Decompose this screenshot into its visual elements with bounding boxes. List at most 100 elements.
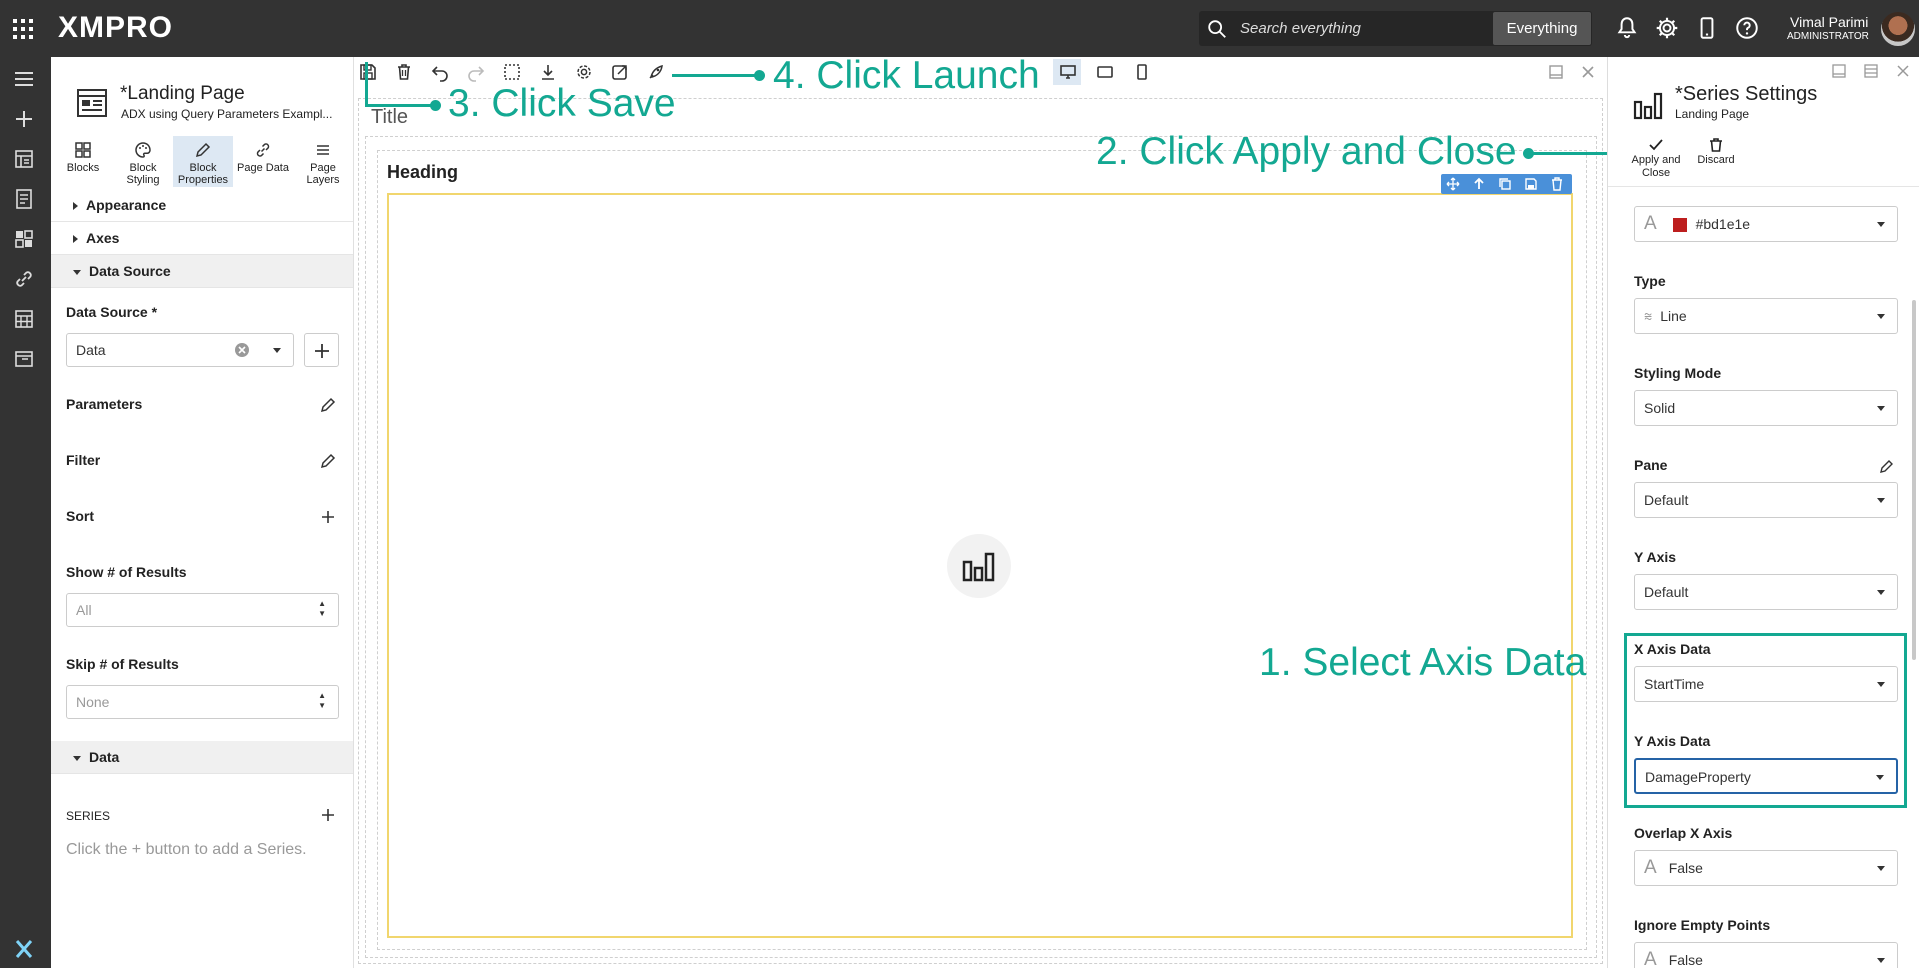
annotation-dot	[430, 100, 441, 111]
type-label: Type	[1634, 273, 1666, 289]
apply-and-close-button[interactable]: Apply and Close	[1626, 137, 1686, 180]
xmpro-x-icon[interactable]	[12, 937, 36, 961]
save-block-icon[interactable]	[1524, 177, 1538, 191]
avatar[interactable]	[1881, 12, 1915, 46]
arrow-up-icon[interactable]	[1472, 177, 1486, 191]
tab-page-data[interactable]: Page Data	[233, 136, 293, 187]
bell-icon[interactable]	[1614, 15, 1640, 41]
series-color-picker[interactable]: A #bd1e1e	[1634, 206, 1898, 242]
spinner-icon[interactable]: ▲ ▼	[318, 599, 326, 619]
download-icon[interactable]	[538, 62, 558, 82]
tab-blocks[interactable]: Blocks	[53, 136, 113, 187]
mobile-icon[interactable]	[1694, 15, 1720, 41]
dashboard-icon[interactable]	[12, 147, 36, 171]
ignore-empty-points-select[interactable]: A False	[1634, 942, 1898, 968]
search-input[interactable]: Search everything	[1240, 20, 1361, 37]
edit-pane-icon[interactable]	[1879, 458, 1895, 474]
table-icon[interactable]	[12, 347, 36, 371]
skip-results-value: None	[76, 694, 110, 710]
tab-page-layers[interactable]: Page Layers	[293, 136, 353, 187]
brand-logo[interactable]: XMPRO	[58, 11, 173, 45]
delete-block-icon[interactable]	[1550, 177, 1564, 191]
apps-icon[interactable]	[12, 227, 36, 251]
annotation-dot	[754, 70, 765, 81]
preview-icon[interactable]	[610, 62, 630, 82]
annotation-step-4: 4. Click Launch	[773, 54, 1040, 97]
launch-rocket-icon[interactable]	[646, 62, 666, 82]
data-source-select[interactable]: Data	[66, 333, 294, 367]
text-type-icon: A	[1644, 857, 1657, 878]
user-name[interactable]: Vimal Parimi	[1790, 14, 1868, 30]
section-axes[interactable]: Axes	[51, 222, 353, 255]
add-series-icon[interactable]	[319, 806, 337, 824]
show-results-label: Show # of Results	[66, 564, 187, 580]
styling-mode-select[interactable]: Solid	[1634, 390, 1898, 426]
panel-minimize-icon[interactable]	[1831, 63, 1847, 79]
y-axis-select[interactable]: Default	[1634, 574, 1898, 610]
top-bar: XMPRO Search everything Everything Vimal…	[0, 0, 1919, 57]
pane-select[interactable]: Default	[1634, 482, 1898, 518]
redo-icon[interactable]	[466, 62, 486, 82]
tablet-icon[interactable]	[1095, 62, 1115, 82]
blocks-icon	[75, 142, 91, 158]
series-settings-panel: *Series Settings Landing Page Apply and …	[1607, 57, 1919, 968]
left-rail	[0, 57, 51, 968]
chart-placeholder	[947, 534, 1011, 598]
pane-label: Pane	[1634, 457, 1668, 473]
discard-button[interactable]: Discard	[1686, 137, 1746, 167]
heading-block[interactable]: Heading	[387, 162, 458, 183]
search-scope-dropdown[interactable]: Everything	[1493, 12, 1591, 45]
page-title-block[interactable]: Title	[371, 106, 408, 129]
gear-icon[interactable]	[1654, 15, 1680, 41]
skip-results-stepper[interactable]: None ▲ ▼	[66, 685, 339, 719]
calculator-icon[interactable]	[12, 307, 36, 331]
annotation-step-1: 1. Select Axis Data	[1259, 641, 1587, 684]
spinner-icon[interactable]: ▲ ▼	[318, 691, 326, 711]
link-icon[interactable]	[12, 267, 36, 291]
overlap-x-axis-select[interactable]: A False	[1634, 850, 1898, 886]
undo-icon[interactable]	[430, 62, 450, 82]
copy-icon[interactable]	[1498, 177, 1512, 191]
right-panel-scrollbar[interactable]	[1912, 300, 1916, 660]
menu-icon[interactable]	[12, 67, 36, 91]
tab-block-properties-label: Block Properties	[177, 162, 229, 186]
edit-parameters-icon[interactable]	[319, 396, 337, 414]
apps-grid-icon[interactable]	[13, 19, 33, 39]
phone-icon[interactable]	[1132, 62, 1152, 82]
show-results-stepper[interactable]: All ▲ ▼	[66, 593, 339, 627]
panel-close-icon[interactable]	[1895, 63, 1911, 79]
edit-filter-icon[interactable]	[319, 452, 337, 470]
desktop-icon[interactable]	[1058, 62, 1078, 82]
caret-right-icon	[73, 235, 78, 244]
tab-block-styling[interactable]: Block Styling	[113, 136, 173, 187]
discard-label: Discard	[1697, 154, 1735, 166]
chevron-down-icon	[1877, 406, 1885, 411]
panel-dock-icon[interactable]	[1863, 63, 1879, 79]
add-icon[interactable]	[12, 107, 36, 131]
tab-block-properties[interactable]: Block Properties	[173, 136, 233, 187]
section-appearance[interactable]: Appearance	[51, 189, 353, 222]
select-area-icon[interactable]	[502, 62, 522, 82]
section-data-source[interactable]: Data Source	[51, 255, 353, 288]
add-sort-icon[interactable]	[319, 508, 337, 526]
add-data-source-button[interactable]	[304, 333, 339, 367]
move-icon[interactable]	[1446, 177, 1460, 191]
y-axis-label: Y Axis	[1634, 549, 1677, 565]
clear-icon[interactable]	[234, 342, 250, 358]
document-icon[interactable]	[12, 187, 36, 211]
tab-block-styling-label: Block Styling	[126, 162, 160, 186]
chevron-down-icon[interactable]	[273, 348, 281, 353]
help-icon[interactable]	[1734, 15, 1760, 41]
settings-icon[interactable]	[574, 62, 594, 82]
pane-value: Default	[1644, 492, 1689, 508]
divider	[1608, 186, 1919, 187]
type-select[interactable]: ⩬ Line	[1634, 298, 1898, 334]
maximize-icon[interactable]	[1546, 62, 1566, 82]
section-data[interactable]: Data	[51, 741, 353, 774]
bar-chart-icon	[1633, 92, 1663, 120]
delete-icon[interactable]	[394, 62, 414, 82]
layers-icon	[317, 145, 329, 155]
close-icon[interactable]	[1578, 62, 1598, 82]
palette-icon	[135, 142, 151, 158]
save-icon[interactable]	[358, 62, 378, 82]
